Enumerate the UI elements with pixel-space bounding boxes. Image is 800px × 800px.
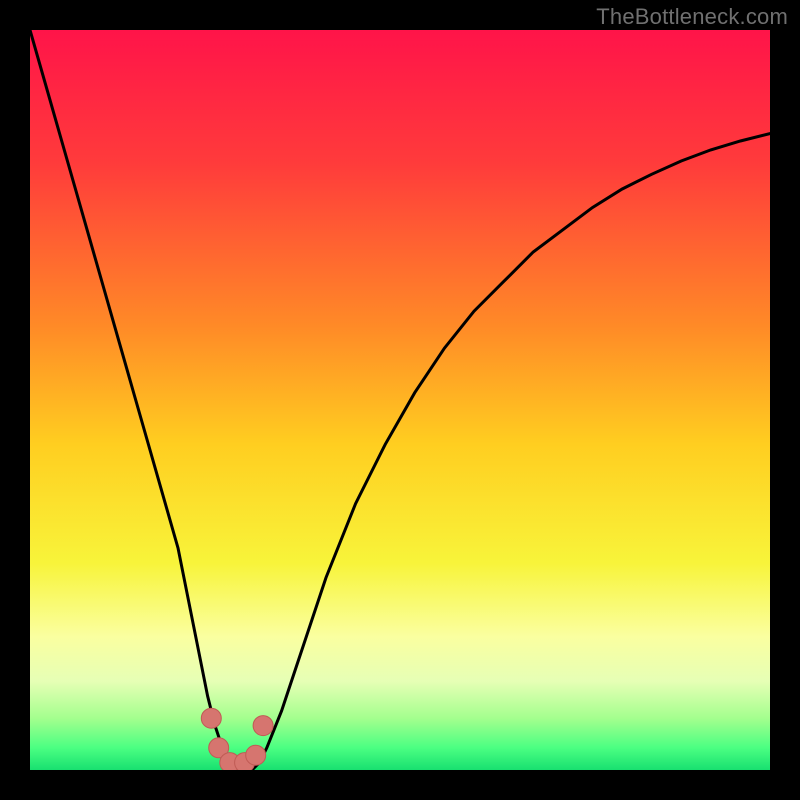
bottleneck-chart — [30, 30, 770, 770]
point-f — [253, 716, 273, 736]
plot-area — [30, 30, 770, 770]
chart-frame: { "watermark": "TheBottleneck.com", "col… — [0, 0, 800, 800]
watermark-label: TheBottleneck.com — [596, 4, 788, 30]
point-e — [246, 745, 266, 765]
point-a — [201, 708, 221, 728]
gradient-background — [30, 30, 770, 770]
